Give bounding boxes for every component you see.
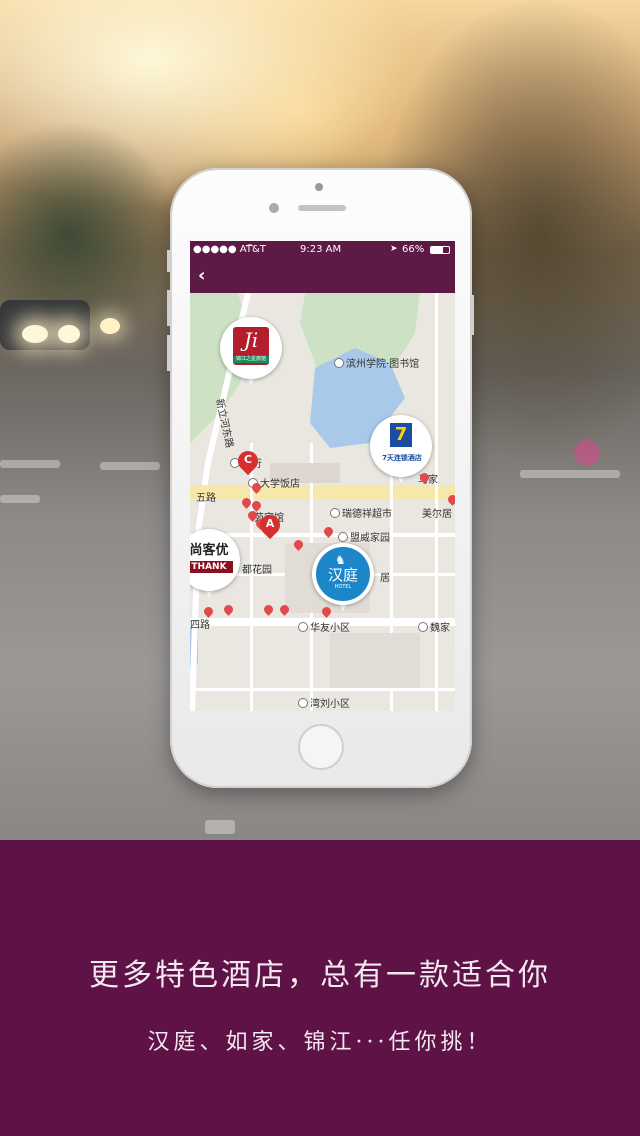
- headlight-left: [22, 325, 48, 343]
- car: [0, 300, 90, 350]
- carrier-label: ●●●●● AT&T: [193, 244, 266, 255]
- poi-residence: 华友小区: [298, 619, 350, 634]
- nav-bar: ‹: [190, 259, 455, 293]
- speaker-grille: [298, 205, 346, 211]
- poi-residence: 魏家: [418, 619, 450, 634]
- headlight-right: [58, 325, 80, 343]
- hanting-logo: ♞ 汉庭 HOTEL: [316, 547, 370, 601]
- home-icon: [298, 622, 308, 632]
- tagline-subline: 汉庭、如家、锦江···任你挑！: [147, 1030, 493, 1055]
- lane-mark: [205, 820, 235, 834]
- tagline-band: 更多特色酒店，总有一款适合你 汉庭、如家、锦江···任你挑！: [0, 840, 640, 1136]
- poi-label: 居: [380, 573, 390, 584]
- road-label: 五路: [196, 493, 216, 504]
- lane-mark: [0, 495, 40, 503]
- shop-icon: [330, 508, 340, 518]
- home-icon: [418, 622, 428, 632]
- library-icon: [334, 358, 344, 368]
- lane-mark: [100, 462, 160, 470]
- poi-label: 都花园: [242, 565, 272, 576]
- poi-library: 滨州学院·图书馆: [334, 355, 419, 370]
- poi-residence: 盟威家园: [338, 529, 390, 544]
- poi-residence: 湾刘小区: [298, 695, 350, 710]
- clock: 9:23 AM: [300, 244, 342, 255]
- poi-supermarket: 瑞德祥超市: [330, 505, 392, 520]
- home-icon: [298, 698, 308, 708]
- wifi-icon: ◠: [246, 243, 254, 253]
- lane-mark: [0, 460, 60, 468]
- status-bar: ●●●●● AT&T ◠ 9:23 AM ➤ 66%: [190, 241, 455, 259]
- hotel-marker-thank[interactable]: 尚客优 THANK: [190, 529, 240, 599]
- seven-days-logo: 7: [390, 423, 412, 447]
- hotel-marker-7days[interactable]: 7 7天连锁酒店: [370, 415, 432, 485]
- chevron-left-icon[interactable]: ‹: [198, 265, 205, 286]
- volume-up-button: [167, 290, 171, 326]
- pink-light: [574, 440, 600, 466]
- thank-logo: 尚客优 THANK: [190, 543, 233, 573]
- map-view[interactable]: 新立河东路 五路 四路 滨州学院·图书馆 银行 大学饭店 瑞德祥超市 美尔居 马…: [190, 293, 455, 711]
- hotel-marker-hanting[interactable]: ♞ 汉庭 HOTEL: [312, 543, 374, 613]
- volume-down-button: [167, 335, 171, 371]
- home-button[interactable]: [298, 724, 344, 770]
- pin-c-label: C: [243, 453, 253, 466]
- poi-label: 美尔居: [422, 509, 452, 520]
- phone-screen: ●●●●● AT&T ◠ 9:23 AM ➤ 66% ‹ 新立河东路 五路 四路…: [190, 241, 455, 711]
- mute-switch: [167, 250, 171, 272]
- camera-icon: [315, 183, 323, 191]
- road-label: 四路: [190, 620, 210, 631]
- distant-light: [100, 318, 120, 334]
- location-arrow-icon: ➤: [390, 244, 398, 254]
- hotel-marker-jinjiang[interactable]: Ji 锦江之星旅馆: [220, 317, 282, 387]
- lane-mark: [520, 470, 620, 478]
- pin-a-label: A: [265, 517, 275, 530]
- jinjiang-logo: Ji 锦江之星旅馆: [233, 327, 269, 365]
- horse-icon: ♞: [335, 553, 346, 567]
- home-icon: [338, 532, 348, 542]
- power-button: [470, 295, 474, 335]
- battery-percent: 66%: [402, 244, 425, 255]
- battery-icon: [430, 246, 450, 254]
- tagline-headline: 更多特色酒店，总有一款适合你: [89, 958, 551, 993]
- sensor: [269, 203, 279, 213]
